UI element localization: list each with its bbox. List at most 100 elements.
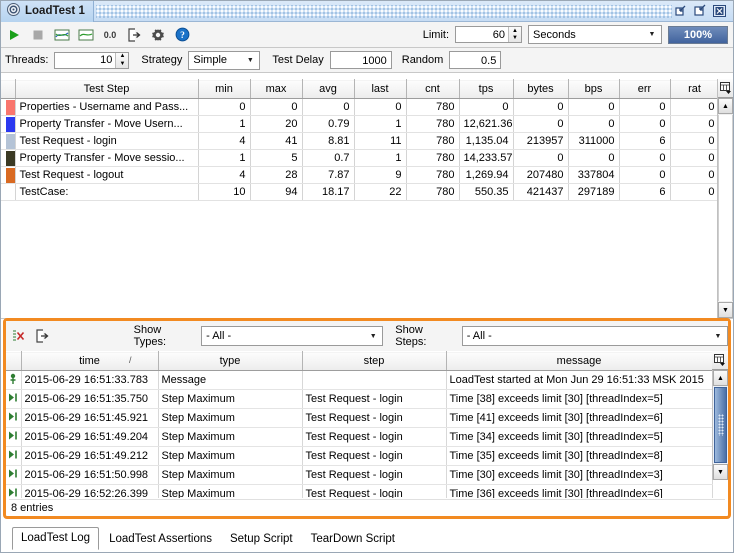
help-icon[interactable]: ? xyxy=(172,25,192,45)
statistics-scroll-track[interactable] xyxy=(718,115,733,301)
statistics-col-last[interactable]: last xyxy=(354,79,407,99)
statistics-col-bytes[interactable]: bytes xyxy=(513,79,569,99)
clear-log-icon[interactable] xyxy=(10,327,28,345)
statistics-col-max[interactable]: max xyxy=(250,79,303,99)
show-steps-select[interactable]: - All - ▼ xyxy=(461,326,728,346)
close-button[interactable] xyxy=(712,4,727,18)
table-row[interactable]: Property Transfer - Move Usern... 1 20 0.79… xyxy=(1,115,720,133)
log-col-icon[interactable] xyxy=(6,351,22,371)
gear-icon[interactable] xyxy=(148,25,168,45)
scroll-up-button[interactable]: ▲ xyxy=(718,98,733,114)
statistics-col-cnt[interactable]: cnt xyxy=(406,79,460,99)
statistics-cell-max: 28 xyxy=(250,166,303,184)
random-input[interactable]: 0.5 xyxy=(449,51,502,69)
progress-indicator: 100% xyxy=(668,25,728,44)
log-col-step[interactable]: step xyxy=(302,351,447,371)
tab-loadtest-log[interactable]: LoadTest Log xyxy=(12,527,100,550)
table-row[interactable]: 2015-06-29 16:52:26.399 Step Maximum Test … xyxy=(6,484,713,498)
show-types-select[interactable]: - All - ▼ xyxy=(201,326,384,346)
limit-stepper[interactable]: ▲ ▼ xyxy=(455,26,522,43)
log-rows: 2015-06-29 16:51:33.783 Message LoadTest s… xyxy=(6,370,713,498)
statistics-cell-min: 1 xyxy=(198,115,251,133)
limit-unit-select[interactable]: Seconds ▼ xyxy=(528,25,662,44)
log-cell-time: 2015-06-29 16:51:49.204 xyxy=(21,427,159,447)
log-cell-message: Time [36] exceeds limit [30] [threadInde… xyxy=(446,484,713,498)
statistics-col-rat[interactable]: rat xyxy=(670,79,720,99)
table-row[interactable]: 2015-06-29 16:51:45.921 Step Maximum Test … xyxy=(6,408,713,428)
tab-loadtest-assertions[interactable]: LoadTest Assertions xyxy=(101,529,220,550)
log-scroll-down-button[interactable]: ▼ xyxy=(713,464,728,480)
restore-button[interactable] xyxy=(674,4,689,18)
statistics-col-err[interactable]: err xyxy=(619,79,671,99)
limit-spin-arrows[interactable]: ▲ ▼ xyxy=(508,27,521,42)
step-color-swatch xyxy=(1,166,16,184)
table-row[interactable]: TestCase: 10 94 18.17 22 780 550.35 421437 29718… xyxy=(1,183,720,201)
run-button[interactable] xyxy=(4,25,24,45)
table-row[interactable]: 2015-06-29 16:51:49.212 Step Maximum Test … xyxy=(6,446,713,466)
spin-up-icon[interactable]: ▲ xyxy=(509,27,521,35)
statistics-cell-test-step: Properties - Username and Pass... xyxy=(15,98,199,116)
statistics-col-color[interactable] xyxy=(1,79,16,99)
threads-input[interactable] xyxy=(55,52,116,68)
table-row[interactable]: Test Request - logout 4 28 7.87 9 780 1,269.94… xyxy=(1,166,720,184)
log-scroll-up-button[interactable]: ▲ xyxy=(713,370,728,386)
statistics-graph-button[interactable] xyxy=(52,25,72,45)
statistics-cell-tps: 0 xyxy=(459,98,514,116)
export-statistics-button[interactable] xyxy=(124,25,144,45)
threads-stepper[interactable]: ▲ ▼ xyxy=(54,51,130,69)
export-log-icon[interactable] xyxy=(34,327,52,345)
log-column-chooser-icon[interactable] xyxy=(712,351,728,370)
table-row[interactable]: 2015-06-29 16:51:33.783 Message LoadTest s… xyxy=(6,370,713,390)
window-titlebar: LoadTest 1 xyxy=(1,0,733,22)
statistics-col-bps[interactable]: bps xyxy=(568,79,620,99)
table-row[interactable]: 2015-06-29 16:51:50.998 Step Maximum Test … xyxy=(6,465,713,485)
table-row[interactable]: Properties - Username and Pass... 0 0 0 0 780… xyxy=(1,98,720,116)
statistics-col-tps[interactable]: tps xyxy=(459,79,514,99)
window-controls xyxy=(674,4,733,18)
log-cell-time: 2015-06-29 16:51:45.921 xyxy=(21,408,159,428)
stop-button[interactable] xyxy=(28,25,48,45)
log-col-type[interactable]: type xyxy=(158,351,303,371)
statistics-cell-err: 6 xyxy=(619,183,671,201)
loadtest-log-panel: Show Types: - All - ▼ Show Steps: - All … xyxy=(3,318,731,519)
log-col-message[interactable]: message xyxy=(446,351,713,371)
window-tab-loadtest1[interactable]: LoadTest 1 xyxy=(1,0,94,22)
reset-statistics-button[interactable]: 0.0 xyxy=(100,25,120,45)
log-header-row: time / type step message xyxy=(6,351,713,371)
statistics-col-min[interactable]: min xyxy=(198,79,251,99)
spin-up-icon[interactable]: ▲ xyxy=(116,53,128,61)
log-col-time[interactable]: time / xyxy=(21,351,159,371)
threads-spin-arrows[interactable]: ▲ ▼ xyxy=(115,52,129,68)
table-row[interactable]: 2015-06-29 16:51:49.204 Step Maximum Test … xyxy=(6,427,713,447)
strategy-select[interactable]: Simple ▼ xyxy=(188,50,261,70)
statistics-cell-bytes: 421437 xyxy=(513,183,569,201)
titlebar-texture xyxy=(95,4,672,18)
statistics-cell-min: 10 xyxy=(198,183,251,201)
tab-teardown-script[interactable]: TearDown Script xyxy=(303,529,403,550)
statistics-col-test-step[interactable]: Test Step xyxy=(15,79,199,99)
test-delay-input[interactable]: 1000 xyxy=(329,51,392,69)
limit-input[interactable] xyxy=(456,27,508,42)
column-chooser-icon[interactable] xyxy=(718,79,733,98)
table-row[interactable]: Test Request - login 4 41 8.81 11 780 1,135.04… xyxy=(1,132,720,150)
tab-setup-script[interactable]: Setup Script xyxy=(222,529,301,550)
statistics-cell-max: 0 xyxy=(250,98,303,116)
log-scroll-thumb[interactable] xyxy=(714,387,727,463)
spin-down-icon[interactable]: ▼ xyxy=(509,35,521,43)
maximize-button[interactable] xyxy=(693,4,708,18)
statistics-cell-last: 0 xyxy=(354,98,407,116)
statistics-vertical-scrollbar[interactable]: ▲ ▼ xyxy=(717,79,733,318)
log-cell-time: 2015-06-29 16:52:26.399 xyxy=(21,484,159,498)
loadtest-window: LoadTest 1 0.0 ? Limit: 60 ▲ ▼ Seconds ▼… xyxy=(0,0,734,553)
statistics-history-graph-button[interactable] xyxy=(76,25,96,45)
table-row[interactable]: Property Transfer - Move sessio... 1 5 0.7 1… xyxy=(1,149,720,167)
spin-down-icon[interactable]: ▼ xyxy=(116,60,128,68)
statistics-cell-rat: 0 xyxy=(670,98,720,116)
table-row[interactable]: 2015-06-29 16:51:35.750 Step Maximum Test … xyxy=(6,389,713,409)
log-vertical-scrollbar[interactable]: ▲ ▼ xyxy=(712,370,728,480)
statistics-cell-err: 0 xyxy=(619,98,671,116)
log-entries-count: 8 entries xyxy=(9,499,725,516)
scroll-down-button[interactable]: ▼ xyxy=(718,302,733,318)
statistics-col-avg[interactable]: avg xyxy=(302,79,355,99)
statistics-cell-rat: 0 xyxy=(670,132,720,150)
